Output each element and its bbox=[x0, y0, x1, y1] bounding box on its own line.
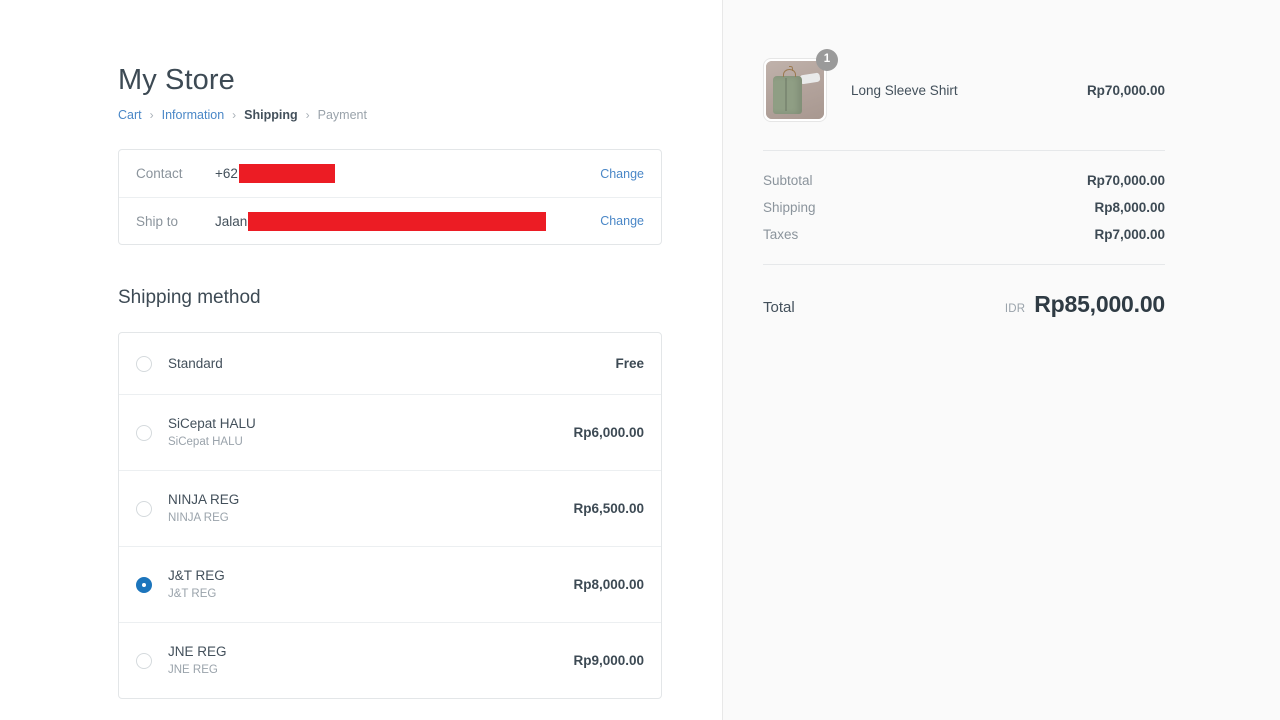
checkout-page: My Store Cart › Information › Shipping ›… bbox=[0, 0, 1280, 720]
shipping-option-text: Standard bbox=[168, 355, 601, 373]
radio-icon-standard[interactable] bbox=[136, 355, 152, 372]
shipping-option-name: NINJA REG bbox=[168, 491, 240, 507]
shipping-option-price: Rp6,000.00 bbox=[573, 425, 644, 440]
totals-row-taxes: Taxes Rp7,000.00 bbox=[763, 227, 1165, 242]
address-value-prefix: Jalan bbox=[215, 213, 248, 229]
long-sleeve-shirt-image bbox=[766, 61, 824, 119]
shipping-option-ninja-reg[interactable]: NINJA REG NINJA REG Rp6,500.00 bbox=[119, 470, 661, 546]
review-row-contact: Contact +62 Change bbox=[119, 150, 661, 197]
shipping-option-name: SiCepat HALU bbox=[168, 415, 256, 431]
breadcrumb-item-shipping: Shipping bbox=[244, 108, 298, 122]
review-value-contact: +62 bbox=[215, 164, 588, 183]
breadcrumb-item-payment: Payment bbox=[317, 108, 367, 122]
shipping-option-name: J&T REG bbox=[168, 567, 225, 583]
totals-value-shipping: Rp8,000.00 bbox=[1094, 200, 1165, 215]
chevron-right-icon: › bbox=[305, 108, 310, 122]
summary-divider-bottom bbox=[763, 264, 1165, 265]
shipping-method-list: Standard Free SiCepat HALU SiCepat HALU … bbox=[118, 332, 662, 699]
checkout-main-column: My Store Cart › Information › Shipping ›… bbox=[0, 0, 723, 720]
breadcrumb: Cart › Information › Shipping › Payment bbox=[118, 107, 661, 123]
product-thumbnail bbox=[763, 58, 827, 122]
review-row-ship-to: Ship to Jalan Change bbox=[119, 197, 661, 244]
shipping-option-text: SiCepat HALU SiCepat HALU bbox=[168, 415, 559, 451]
page-title: My Store bbox=[118, 64, 235, 96]
shipping-option-subtitle: SiCepat HALU bbox=[168, 435, 243, 448]
radio-icon-ninja-reg[interactable] bbox=[136, 500, 152, 517]
shipping-option-jne-reg[interactable]: JNE REG JNE REG Rp9,000.00 bbox=[119, 622, 661, 698]
grand-total-amount: Rp85,000.00 bbox=[1034, 291, 1165, 317]
grand-total-row: Total IDR Rp85,000.00 bbox=[763, 291, 1165, 318]
review-value-ship-to: Jalan bbox=[215, 211, 588, 231]
chevron-right-icon: › bbox=[232, 108, 237, 122]
grand-total-amount-wrap: IDR Rp85,000.00 bbox=[1005, 291, 1165, 318]
review-label-contact: Contact bbox=[136, 166, 183, 181]
grand-total-currency: IDR bbox=[1004, 303, 1026, 315]
shipping-option-name: JNE REG bbox=[168, 643, 227, 659]
radio-icon-jnt-reg[interactable] bbox=[136, 576, 152, 593]
totals-value-taxes: Rp7,000.00 bbox=[1094, 227, 1165, 242]
radio-icon-jne-reg[interactable] bbox=[136, 652, 152, 669]
order-summary-sidebar: 1 Long Sleeve Shirt Rp70,000.00 Subtotal… bbox=[723, 0, 1280, 720]
redacted-contact-number bbox=[238, 164, 335, 183]
product-thumbnail-wrap: 1 bbox=[763, 49, 838, 122]
shipping-option-sicepat-halu[interactable]: SiCepat HALU SiCepat HALU Rp6,000.00 bbox=[119, 394, 661, 470]
radio-icon-sicepat-halu[interactable] bbox=[136, 424, 152, 441]
change-contact-button[interactable]: Change bbox=[588, 167, 644, 181]
order-review-card: Contact +62 Change Ship to Jalan Change bbox=[118, 149, 662, 245]
review-label-ship-to: Ship to bbox=[136, 213, 179, 229]
totals-label-subtotal: Subtotal bbox=[763, 173, 813, 188]
shipping-option-text: NINJA REG NINJA REG bbox=[168, 491, 559, 527]
change-address-button[interactable]: Change bbox=[588, 214, 644, 228]
quantity-badge: 1 bbox=[816, 49, 838, 71]
shipping-option-text: J&T REG J&T REG bbox=[168, 567, 559, 603]
breadcrumb-item-information[interactable]: Information bbox=[162, 107, 225, 123]
grand-total-label: Total bbox=[763, 299, 795, 316]
shipping-option-subtitle: J&T REG bbox=[168, 587, 217, 600]
shipping-option-price: Rp6,500.00 bbox=[573, 501, 644, 516]
shipping-option-name: Standard bbox=[168, 355, 223, 371]
line-item-name: Long Sleeve Shirt bbox=[851, 82, 958, 98]
totals-row-subtotal: Subtotal Rp70,000.00 bbox=[763, 173, 1165, 188]
shipping-option-standard[interactable]: Standard Free bbox=[119, 333, 661, 394]
totals-row-shipping: Shipping Rp8,000.00 bbox=[763, 200, 1165, 215]
shipping-option-price: Free bbox=[615, 356, 644, 371]
shipping-method-heading: Shipping method bbox=[118, 287, 261, 308]
shipping-option-price: Rp8,000.00 bbox=[573, 577, 644, 592]
totals-label-taxes: Taxes bbox=[763, 227, 799, 242]
redacted-shipping-address bbox=[248, 211, 547, 231]
shipping-option-text: JNE REG JNE REG bbox=[168, 643, 559, 679]
breadcrumb-item-cart[interactable]: Cart bbox=[118, 107, 142, 123]
line-item: 1 Long Sleeve Shirt Rp70,000.00 bbox=[763, 49, 1165, 150]
chevron-right-icon: › bbox=[149, 108, 154, 122]
line-item-price: Rp70,000.00 bbox=[1086, 82, 1165, 98]
totals-label-shipping: Shipping bbox=[763, 200, 816, 215]
summary-divider-top bbox=[763, 150, 1165, 151]
shipping-option-subtitle: NINJA REG bbox=[168, 511, 229, 524]
shipping-option-price: Rp9,000.00 bbox=[573, 653, 644, 668]
totals-value-subtotal: Rp70,000.00 bbox=[1086, 173, 1165, 188]
contact-value-prefix: +62 bbox=[215, 166, 238, 181]
shipping-option-subtitle: JNE REG bbox=[168, 663, 218, 676]
shipping-option-jnt-reg[interactable]: J&T REG J&T REG Rp8,000.00 bbox=[119, 546, 661, 622]
